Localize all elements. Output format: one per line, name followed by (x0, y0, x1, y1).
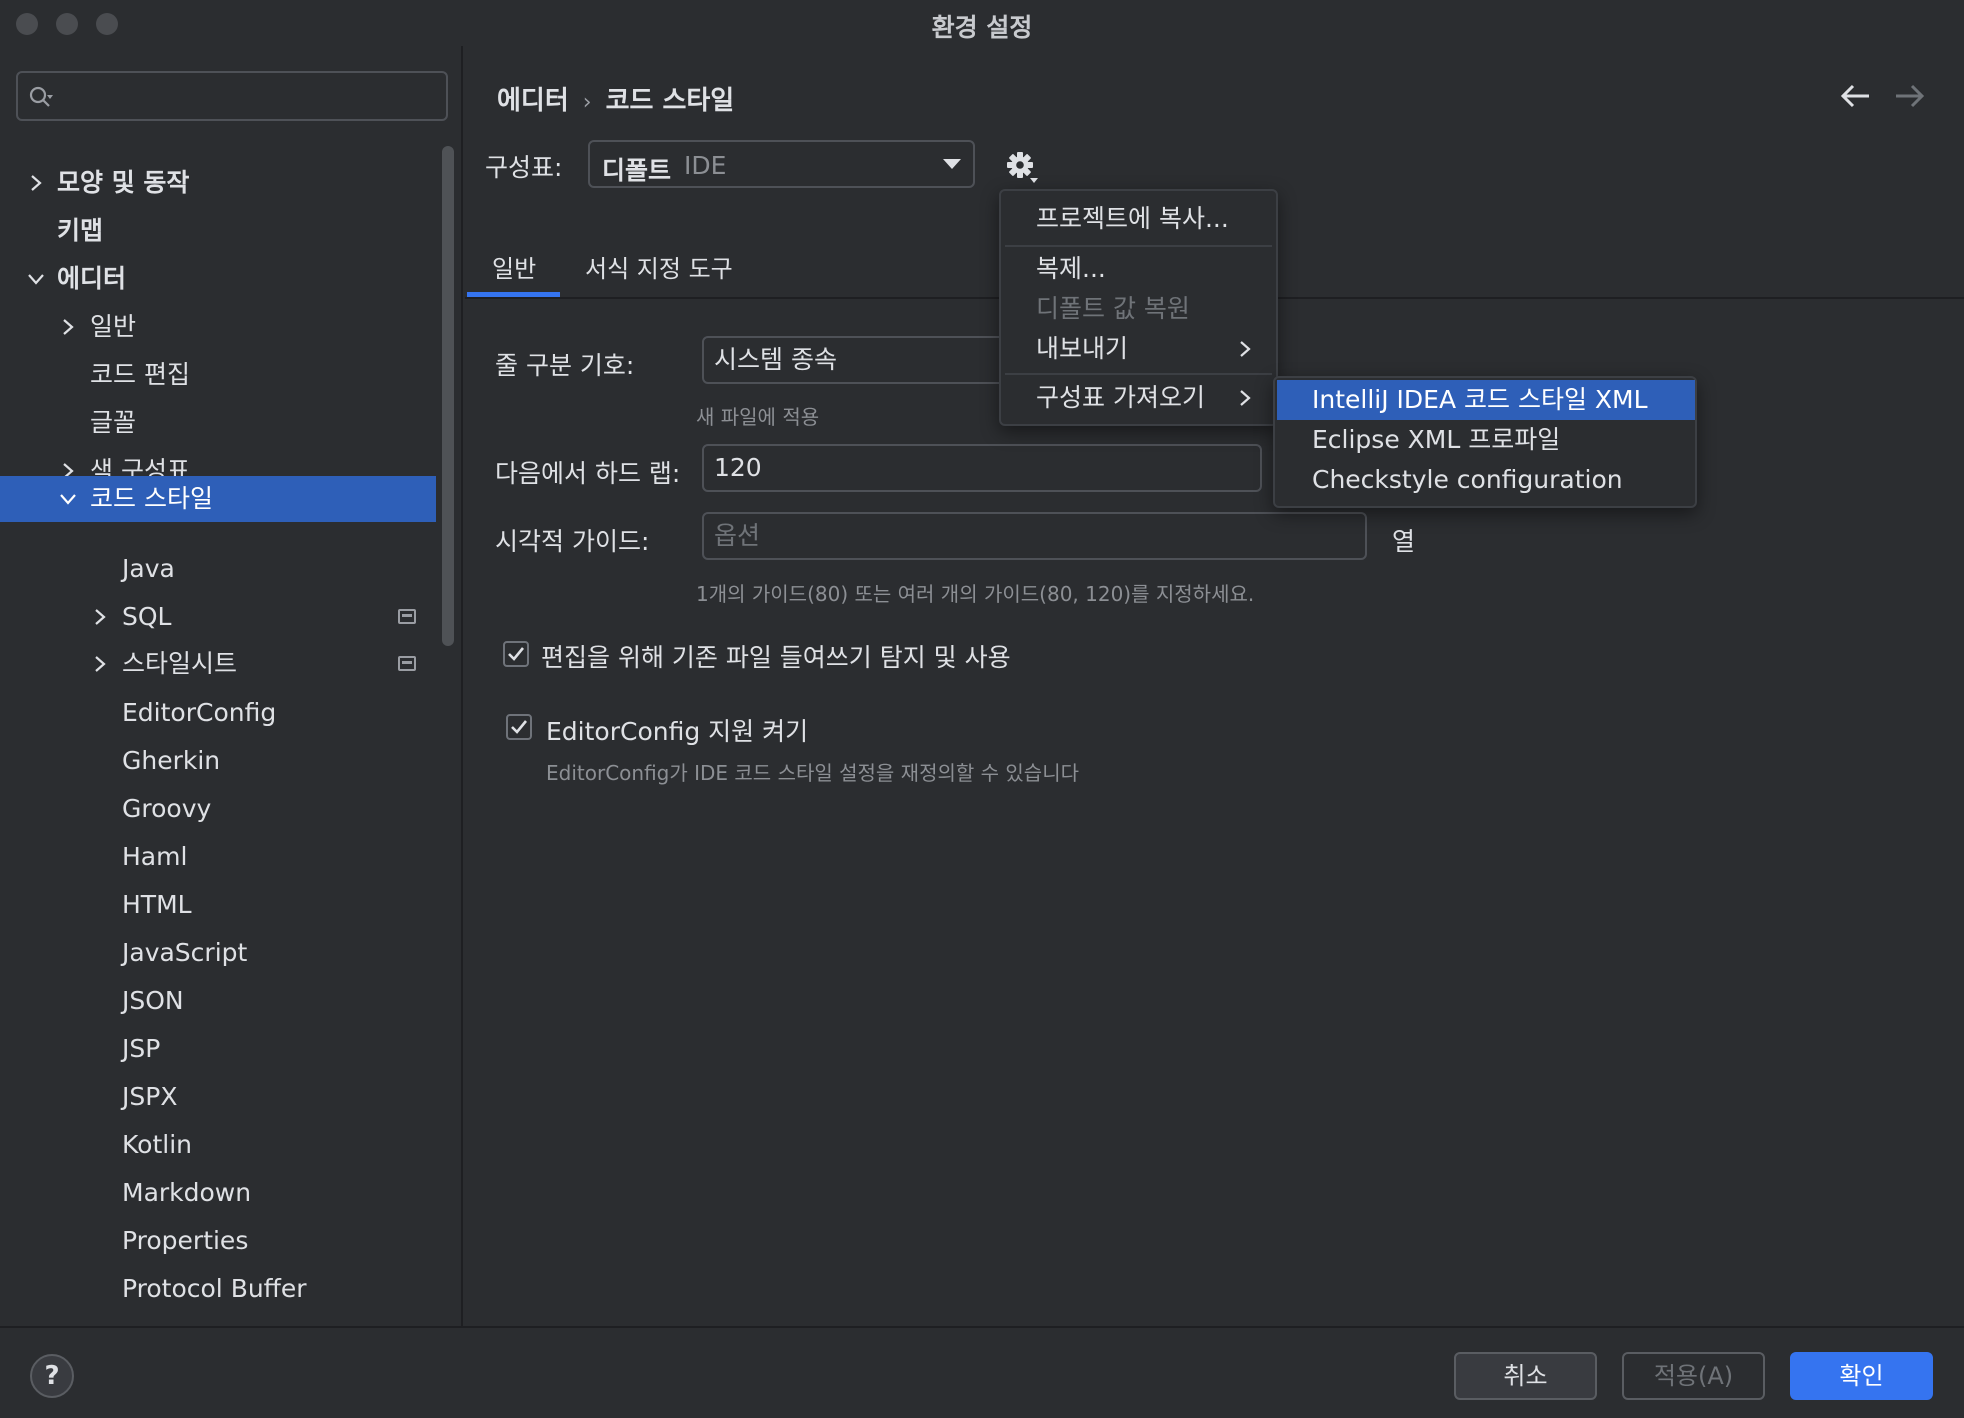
search-icon (29, 86, 53, 107)
dropdown-arrow-icon (943, 159, 961, 169)
breadcrumb-code-style: 코드 스타일 (605, 86, 735, 116)
hard-wrap-input[interactable]: 120 (702, 444, 1262, 492)
title-bar: 환경 설정 (0, 0, 1964, 46)
sidebar-item-sql[interactable]: SQL (0, 594, 436, 640)
chevron-right-icon (1240, 341, 1251, 357)
detect-indent-checkbox[interactable] (503, 641, 529, 667)
chevron-down-icon (28, 274, 44, 285)
sidebar-item-protocol-buffer-text[interactable]: Protocol Buffer Text (0, 1314, 436, 1326)
menu-import-eclipse-xml[interactable]: Eclipse XML 프로파일 (1275, 420, 1695, 460)
forward-arrow-icon[interactable] (1892, 82, 1926, 110)
line-separator-dropdown[interactable]: 시스템 종속 (702, 336, 1042, 384)
cancel-button[interactable]: 취소 (1454, 1352, 1597, 1400)
settings-sidebar: 모양 및 동작 키맵 에디터 일반 코드 편집 글꼴 색 구성표 코드 스타일 … (0, 46, 463, 1326)
hard-wrap-value: 120 (714, 453, 762, 482)
scheme-label: 구성표: (485, 153, 563, 182)
sidebar-item-javascript[interactable]: JavaScript (0, 930, 436, 976)
sidebar-item-editor[interactable]: 에디터 (0, 256, 436, 302)
hard-wrap-label: 다음에서 하드 랩: (495, 459, 681, 488)
visual-guides-input[interactable]: 옵션 (702, 512, 1367, 560)
checkmark-icon (508, 647, 525, 661)
chevron-right-icon (63, 319, 74, 335)
sidebar-item-appearance[interactable]: 모양 및 동작 (0, 160, 436, 206)
sidebar-item-code-style[interactable]: 코드 스타일 (0, 476, 436, 522)
checkmark-icon (511, 720, 528, 734)
menu-restore-defaults: 디폴트 값 복원 (1036, 294, 1190, 323)
sidebar-item-haml[interactable]: Haml (0, 834, 436, 880)
import-scheme-submenu: IntelliJ IDEA 코드 스타일 XML Eclipse XML 프로파… (1273, 376, 1697, 508)
visual-guides-label: 시각적 가이드: (495, 527, 650, 556)
sidebar-item-protocol-buffer[interactable]: Protocol Buffer (0, 1266, 436, 1312)
chevron-down-icon (60, 494, 76, 505)
settings-search-input[interactable] (16, 71, 448, 121)
sidebar-item-editorconfig[interactable]: EditorConfig (0, 690, 436, 736)
sidebar-item-html[interactable]: HTML (0, 882, 436, 928)
sidebar-scrollbar[interactable] (442, 146, 454, 646)
editorconfig-label[interactable]: EditorConfig 지원 켜기 (546, 712, 808, 748)
ok-button[interactable]: 확인 (1790, 1352, 1933, 1400)
scheme-name: 디폴트 (602, 156, 672, 185)
menu-import-intellij-xml[interactable]: IntelliJ IDEA 코드 스타일 XML (1277, 380, 1695, 420)
menu-separator (1005, 245, 1272, 247)
project-level-icon (398, 609, 416, 624)
line-separator-value: 시스템 종속 (714, 345, 837, 374)
sidebar-item-markdown[interactable]: Markdown (0, 1170, 436, 1216)
chevron-right-icon (95, 656, 106, 672)
sidebar-item-code-editing[interactable]: 코드 편집 (0, 352, 436, 398)
tab-general[interactable]: 일반 (492, 249, 536, 284)
sidebar-item-stylesheets[interactable]: 스타일시트 (0, 641, 436, 687)
sidebar-item-java[interactable]: Java (0, 546, 436, 592)
menu-duplicate[interactable]: 복제... (1001, 249, 1276, 289)
visual-guides-unit: 열 (1392, 527, 1416, 556)
scheme-dropdown[interactable]: 디폴트 IDE (588, 140, 975, 188)
sidebar-item-groovy[interactable]: Groovy (0, 786, 436, 832)
scheme-actions-menu: 프로젝트에 복사... 복제... 디폴트 값 복원 내보내기 구성표 가져오기 (999, 189, 1278, 426)
dialog-footer: ? 취소 적용(A) 확인 (0, 1326, 1964, 1418)
gear-icon[interactable] (1005, 150, 1039, 184)
editorconfig-hint: EditorConfig가 IDE 코드 스타일 설정을 재정의할 수 있습니다 (546, 761, 1079, 785)
window-title: 환경 설정 (931, 13, 1033, 42)
sidebar-item-kotlin[interactable]: Kotlin (0, 1122, 436, 1168)
scheme-scope: IDE (684, 151, 727, 180)
breadcrumb-editor[interactable]: 에디터 (497, 86, 569, 116)
sidebar-item-jspx[interactable]: JSPX (0, 1074, 436, 1120)
menu-separator (1005, 373, 1272, 375)
chevron-right-icon (31, 175, 42, 191)
chevron-right-icon (95, 609, 106, 625)
breadcrumb: 에디터 › 코드 스타일 (497, 80, 734, 117)
sidebar-item-font[interactable]: 글꼴 (0, 400, 436, 446)
editorconfig-checkbox[interactable] (506, 714, 532, 740)
visual-guides-placeholder: 옵션 (714, 521, 761, 550)
help-button[interactable]: ? (30, 1354, 74, 1398)
back-arrow-icon[interactable] (1839, 82, 1873, 110)
detect-indent-label[interactable]: 편집을 위해 기존 파일 들여쓰기 탐지 및 사용 (541, 638, 1011, 674)
project-level-icon (398, 656, 416, 671)
menu-import-scheme[interactable]: 구성표 가져오기 (1001, 378, 1276, 418)
apply-button[interactable]: 적용(A) (1622, 1352, 1765, 1400)
breadcrumb-separator: › (582, 90, 592, 115)
active-tab-indicator (467, 292, 560, 297)
menu-export[interactable]: 내보내기 (1001, 329, 1276, 369)
visual-guides-hint: 1개의 가이드(80) 또는 여러 개의 가이드(80, 120)를 지정하세요… (696, 582, 1255, 606)
line-separator-label: 줄 구분 기호: (495, 351, 635, 380)
line-separator-hint: 새 파일에 적용 (696, 405, 820, 429)
menu-import-checkstyle[interactable]: Checkstyle configuration (1275, 460, 1695, 500)
sidebar-item-gherkin[interactable]: Gherkin (0, 738, 436, 784)
sidebar-item-properties[interactable]: Properties (0, 1218, 436, 1264)
menu-copy-to-project[interactable]: 프로젝트에 복사... (1001, 199, 1276, 239)
settings-window: 환경 설정 모양 및 동작 키맵 에디터 일반 코드 편집 글꼴 색 구성표 코… (0, 0, 1964, 1418)
tab-formatter[interactable]: 서식 지정 도구 (585, 249, 733, 284)
sidebar-item-jsp[interactable]: JSP (0, 1026, 436, 1072)
sidebar-item-json[interactable]: JSON (0, 978, 436, 1024)
sidebar-item-general[interactable]: 일반 (0, 304, 436, 350)
sidebar-item-keymap[interactable]: 키맵 (0, 208, 436, 254)
chevron-right-icon (1240, 390, 1251, 406)
